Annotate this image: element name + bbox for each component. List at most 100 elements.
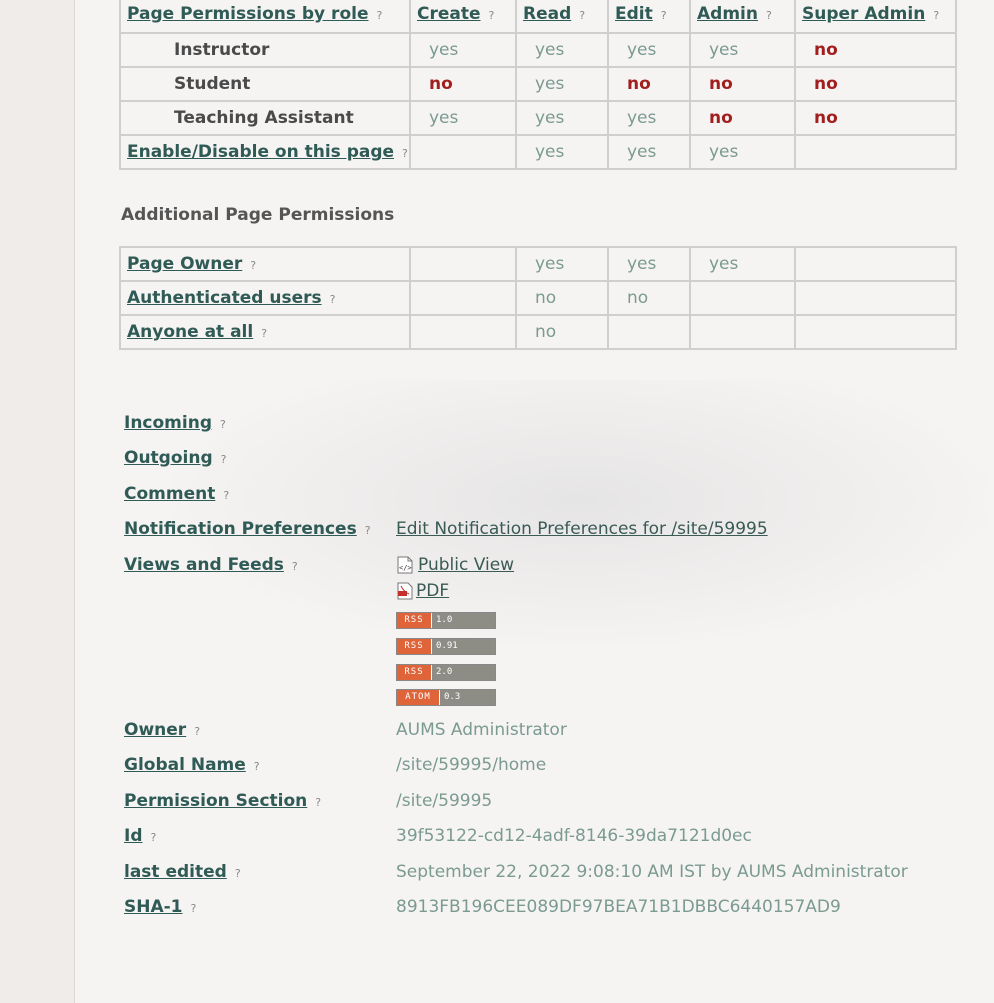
comment-link[interactable]: Comment?: [124, 484, 229, 504]
help-icon[interactable]: ?: [402, 147, 408, 160]
perm-value: no: [709, 74, 733, 94]
last-edited-link[interactable]: last edited?: [124, 862, 241, 882]
help-icon[interactable]: ?: [661, 9, 667, 22]
help-icon[interactable]: ?: [261, 327, 267, 340]
last-edited-label[interactable]: last edited: [124, 862, 227, 882]
notification-preferences-label[interactable]: Notification Preferences: [124, 519, 357, 539]
help-icon[interactable]: ?: [254, 760, 260, 773]
page-owner-link[interactable]: Page Owner?: [119, 246, 411, 282]
row-label[interactable]: Page Owner: [127, 254, 242, 274]
feed-type: RSS: [397, 665, 432, 680]
global-name-row: Global Name? /site/59995/home: [124, 755, 984, 779]
perm-value: yes: [627, 40, 657, 60]
feed-version: 1.0: [436, 615, 453, 625]
row-label[interactable]: Authenticated users: [127, 288, 322, 308]
public-view-link[interactable]: </> Public View: [396, 555, 514, 575]
pdf-link[interactable]: PDF: [396, 581, 449, 601]
help-icon[interactable]: ?: [221, 453, 227, 466]
cell-read: yes: [515, 246, 609, 282]
notification-preferences-link[interactable]: Notification Preferences?: [124, 519, 371, 539]
header-label[interactable]: Super Admin: [802, 4, 925, 24]
outgoing-label[interactable]: Outgoing: [124, 448, 213, 468]
row-label[interactable]: Anyone at all: [127, 322, 253, 342]
outgoing-link[interactable]: Outgoing?: [124, 448, 226, 468]
table-row-authenticated-users: Authenticated users? no no: [119, 280, 957, 316]
help-icon[interactable]: ?: [933, 9, 939, 22]
table-row-instructor: Instructor yes yes yes yes no: [119, 32, 957, 68]
perm-value: yes: [709, 142, 739, 162]
header-read[interactable]: Read?: [515, 0, 609, 34]
cell-admin: [689, 280, 796, 316]
rss-1-0-feed-button[interactable]: RSS 1.0: [396, 612, 496, 629]
owner-label[interactable]: Owner: [124, 720, 186, 740]
sha1-label[interactable]: SHA-1: [124, 897, 183, 917]
permission-section-link[interactable]: Permission Section?: [124, 791, 321, 811]
feed-version: 2.0: [436, 667, 453, 677]
perm-value: yes: [627, 108, 657, 128]
anyone-at-all-link[interactable]: Anyone at all?: [119, 314, 411, 350]
header-admin[interactable]: Admin?: [689, 0, 796, 34]
rss-0-91-feed-button[interactable]: RSS 0.91: [396, 638, 496, 655]
id-label[interactable]: Id: [124, 826, 143, 846]
views-and-feeds-row: Views and Feeds? </> Public View: [124, 555, 984, 579]
header-page-permissions-by-role[interactable]: Page Permissions by role?: [119, 0, 411, 34]
global-name-value: /site/59995/home: [396, 755, 547, 775]
owner-link[interactable]: Owner?: [124, 720, 200, 740]
perm-value: no: [814, 74, 838, 94]
cell-create: [409, 314, 517, 350]
comment-row: Comment?: [124, 484, 984, 508]
header-label[interactable]: Read: [523, 4, 571, 24]
table-row-teaching-assistant: Teaching Assistant yes yes yes no no: [119, 100, 957, 136]
public-view-label[interactable]: Public View: [418, 555, 514, 575]
authenticated-users-link[interactable]: Authenticated users?: [119, 280, 411, 316]
last-edited-row: last edited? September 22, 2022 9:08:10 …: [124, 862, 984, 886]
pdf-icon: [397, 582, 413, 600]
help-icon[interactable]: ?: [330, 293, 336, 306]
row-label[interactable]: Enable/Disable on this page: [127, 142, 394, 162]
atom-0-3-feed-button[interactable]: ATOM 0.3: [396, 689, 496, 706]
rss-2-0-feed-button[interactable]: RSS 2.0: [396, 664, 496, 681]
help-icon[interactable]: ?: [250, 259, 256, 272]
help-icon[interactable]: ?: [194, 725, 200, 738]
permission-section-label[interactable]: Permission Section: [124, 791, 307, 811]
header-super-admin[interactable]: Super Admin?: [794, 0, 957, 34]
views-and-feeds-label[interactable]: Views and Feeds: [124, 555, 284, 575]
global-name-label[interactable]: Global Name: [124, 755, 246, 775]
views-and-feeds-link[interactable]: Views and Feeds?: [124, 555, 298, 575]
help-icon[interactable]: ?: [579, 9, 585, 22]
header-edit[interactable]: Edit?: [607, 0, 691, 34]
help-icon[interactable]: ?: [223, 489, 229, 502]
help-icon[interactable]: ?: [376, 9, 382, 22]
pdf-label[interactable]: PDF: [416, 581, 449, 601]
help-icon[interactable]: ?: [151, 831, 157, 844]
additional-permissions-title: Additional Page Permissions: [121, 205, 395, 225]
feed-type: ATOM: [397, 690, 440, 705]
perm-value: yes: [627, 142, 657, 162]
incoming-label[interactable]: Incoming: [124, 413, 212, 433]
sha1-link[interactable]: SHA-1?: [124, 897, 196, 917]
help-icon[interactable]: ?: [191, 902, 197, 915]
id-link[interactable]: Id?: [124, 826, 156, 846]
perm-value: yes: [429, 108, 459, 128]
header-label[interactable]: Page Permissions by role: [127, 4, 368, 24]
edit-notification-preferences-link[interactable]: Edit Notification Preferences for /site/…: [396, 519, 768, 539]
help-icon[interactable]: ?: [365, 524, 371, 537]
header-label[interactable]: Admin: [697, 4, 758, 24]
comment-label[interactable]: Comment: [124, 484, 215, 504]
help-icon[interactable]: ?: [766, 9, 772, 22]
help-icon[interactable]: ?: [292, 560, 298, 573]
help-icon[interactable]: ?: [235, 867, 241, 880]
help-icon[interactable]: ?: [220, 418, 226, 431]
help-icon[interactable]: ?: [489, 9, 495, 22]
perm-value: yes: [535, 254, 565, 274]
header-create[interactable]: Create?: [409, 0, 517, 34]
perm-value: no: [535, 322, 557, 342]
perm-value: yes: [709, 40, 739, 60]
cell-edit: yes: [607, 32, 691, 68]
header-label[interactable]: Create: [417, 4, 481, 24]
help-icon[interactable]: ?: [315, 796, 321, 809]
incoming-link[interactable]: Incoming?: [124, 413, 226, 433]
global-name-link[interactable]: Global Name?: [124, 755, 260, 775]
header-label[interactable]: Edit: [615, 4, 653, 24]
enable-disable-link[interactable]: Enable/Disable on this page?: [119, 134, 411, 170]
